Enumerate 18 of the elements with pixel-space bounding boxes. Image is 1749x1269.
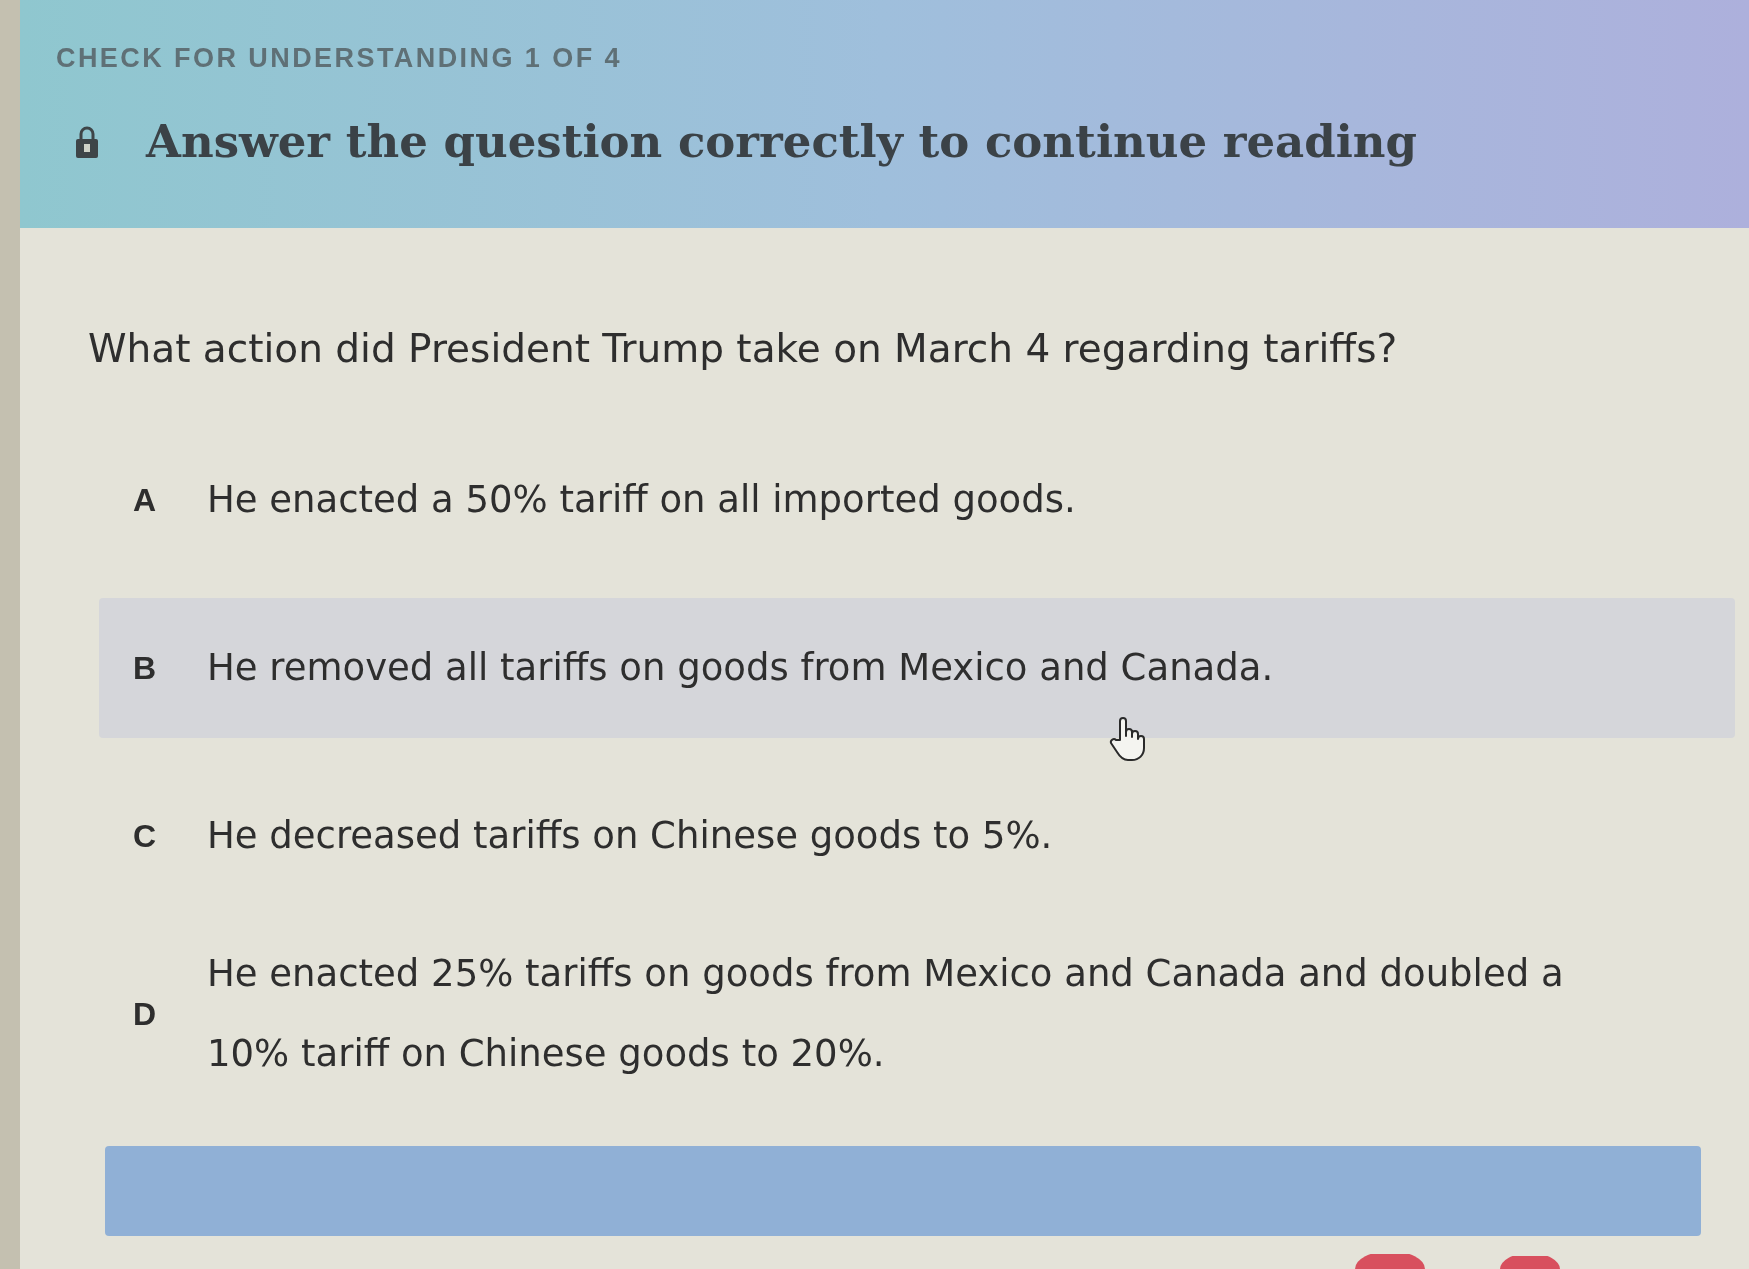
section-label: CHECK FOR UNDERSTANDING 1 OF 4 — [56, 42, 622, 74]
answer-option[interactable]: A He enacted a 50% tariff on all imported goods. — [99, 430, 1735, 570]
lock-icon — [76, 126, 98, 158]
answer-option[interactable]: C He decreased tariffs on Chinese goods to 5%. — [99, 766, 1735, 906]
answer-option[interactable]: D He enacted 25% tariffs on goods from Mexico and Canada and doubled a 10% tariff on Chinese goods to 20%. — [99, 934, 1735, 1094]
option-text: He enacted 25% tariffs on goods from Mexico and Canada and doubled a 10% tariff on Chinese goods to 20%. — [207, 951, 1565, 1077]
option-text: He enacted a 50% tariff on all imported goods. — [207, 477, 1076, 523]
action-button[interactable] — [105, 1146, 1701, 1236]
page-title: Answer the question correctly to continue reading — [146, 114, 1417, 170]
answer-option[interactable]: B He removed all tariffs on goods from Mexico and Canada. — [99, 598, 1735, 738]
option-letter: B — [133, 649, 158, 688]
question-text: What action did President Trump take on March 4 regarding tariffs? — [88, 325, 1398, 373]
hand-pointer-icon — [1108, 716, 1146, 762]
option-text: He removed all tariffs on goods from Mexico and Canada. — [207, 645, 1274, 691]
option-letter: C — [133, 817, 158, 856]
option-text: He decreased tariffs on Chinese goods to 5%. — [207, 813, 1053, 859]
option-letter: D — [133, 995, 158, 1034]
option-letter: A — [133, 481, 158, 520]
